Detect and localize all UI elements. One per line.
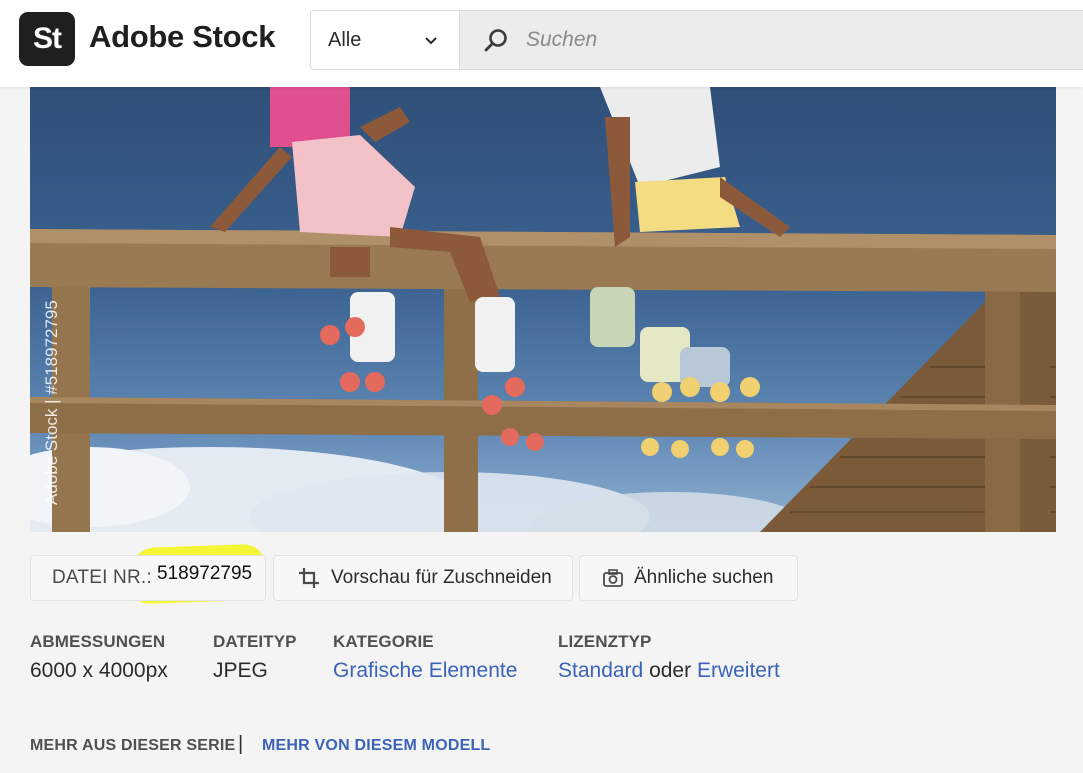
top-header: St Adobe Stock Alle bbox=[0, 0, 1083, 87]
search-category-value: Alle bbox=[328, 29, 362, 51]
adobe-stock-logo-badge[interactable]: St bbox=[19, 12, 75, 66]
search-icon[interactable] bbox=[483, 27, 509, 53]
filetype-value: JPEG bbox=[213, 659, 268, 682]
license-or-text: oder bbox=[649, 659, 692, 682]
filetype-label: DATEITYP bbox=[213, 632, 297, 651]
logo-badge-text: St bbox=[33, 22, 62, 55]
license-type-value: Standard oder Erweitert bbox=[558, 659, 780, 683]
license-standard-link[interactable]: Standard bbox=[558, 659, 643, 682]
license-type-label: LIZENZTYP bbox=[558, 632, 652, 651]
adobe-stock-logo-text[interactable]: Adobe Stock bbox=[89, 19, 275, 55]
more-from-series-tab[interactable]: MEHR AUS DIESER SERIE bbox=[30, 737, 235, 755]
search-input[interactable] bbox=[526, 11, 1066, 69]
dimensions-label: ABMESSUNGEN bbox=[30, 632, 166, 651]
side-watermark: Adobe Stock | #518972795 bbox=[42, 300, 61, 505]
crop-preview-button[interactable]: Vorschau für Zuschneiden bbox=[273, 555, 573, 601]
find-similar-button[interactable]: Ähnliche suchen bbox=[579, 555, 798, 601]
chevron-down-icon bbox=[425, 37, 437, 45]
crop-icon bbox=[299, 568, 319, 588]
find-similar-label: Ähnliche suchen bbox=[634, 567, 774, 588]
category-link[interactable]: Grafische Elemente bbox=[333, 659, 517, 683]
stock-photo-preview[interactable]: Adobe Stock | #518972795 bbox=[30, 87, 1056, 532]
camera-icon bbox=[603, 569, 623, 587]
search-category-select[interactable]: Alle bbox=[311, 11, 460, 69]
photo-illustration bbox=[30, 87, 1056, 532]
dimensions-value: 6000 x 4000px bbox=[30, 659, 168, 682]
category-label: KATEGORIE bbox=[333, 632, 434, 651]
file-number-value: 518972795 bbox=[157, 563, 253, 584]
file-number-label: DATEI NR.: bbox=[52, 567, 152, 588]
tab-separator: | bbox=[238, 733, 244, 755]
crop-preview-label: Vorschau für Zuschneiden bbox=[331, 567, 552, 588]
more-from-model-tab[interactable]: MEHR VON DIESEM MODELL bbox=[262, 737, 490, 755]
file-number-field: DATEI NR.: 518972795 bbox=[30, 555, 266, 601]
search-bar: Alle bbox=[310, 10, 1083, 70]
license-extended-link[interactable]: Erweitert bbox=[697, 659, 780, 682]
